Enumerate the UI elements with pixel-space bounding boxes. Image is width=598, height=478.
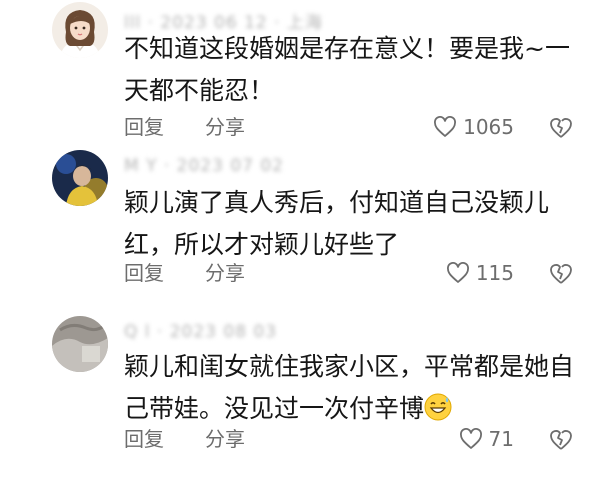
- like-count: 1065: [463, 115, 514, 139]
- heart-icon: [446, 262, 469, 283]
- like-count: 71: [488, 427, 514, 451]
- broken-heart-icon[interactable]: [548, 260, 574, 286]
- reply-button[interactable]: 回复: [124, 112, 164, 142]
- comment-actions: 回复 分享 1065: [0, 112, 598, 142]
- heart-icon: [459, 428, 482, 449]
- comment-text: 不知道这段婚姻是存在意义！要是我~一天都不能忍！: [124, 34, 570, 105]
- comment-text: 颖儿和闺女就住我家小区，平常都是她自己带娃。没见过一次付辛博: [124, 346, 584, 434]
- comment-actions: 回复 分享 71: [0, 424, 598, 454]
- broken-heart-icon[interactable]: [548, 426, 574, 452]
- like-button[interactable]: 71: [459, 424, 514, 454]
- comment-text: 颖儿演了真人秀后，付知道自己没颖儿红，所以才对颖儿好些了: [124, 188, 550, 259]
- reply-button[interactable]: 回复: [124, 424, 164, 454]
- reply-button[interactable]: 回复: [124, 258, 164, 288]
- broken-heart-icon[interactable]: [548, 114, 574, 140]
- share-button[interactable]: 分享: [205, 424, 245, 454]
- comment-text-body: 颖儿和闺女就住我家小区，平常都是她自己带娃。没见过一次付辛博: [124, 352, 575, 423]
- comment-actions: 回复 分享 115: [0, 258, 598, 288]
- like-button[interactable]: 115: [446, 258, 514, 288]
- avatar[interactable]: [52, 316, 108, 372]
- avatar[interactable]: [52, 150, 108, 206]
- like-button[interactable]: 1065: [433, 112, 514, 142]
- grey-photo-avatar-icon: [52, 316, 108, 372]
- comment-meta: M Y · 2023 07 02: [124, 156, 285, 176]
- share-button[interactable]: 分享: [205, 112, 245, 142]
- comment-meta: lll · 2023 06 12 · 上海: [124, 13, 323, 33]
- comment-meta: Q l · 2023 08 03: [124, 322, 278, 342]
- like-count: 115: [475, 261, 514, 285]
- share-button[interactable]: 分享: [205, 258, 245, 288]
- heart-icon: [434, 116, 457, 137]
- woman-portrait-avatar-icon: [52, 2, 108, 58]
- avatar[interactable]: [52, 2, 108, 58]
- performer-photo-avatar-icon: [52, 150, 108, 206]
